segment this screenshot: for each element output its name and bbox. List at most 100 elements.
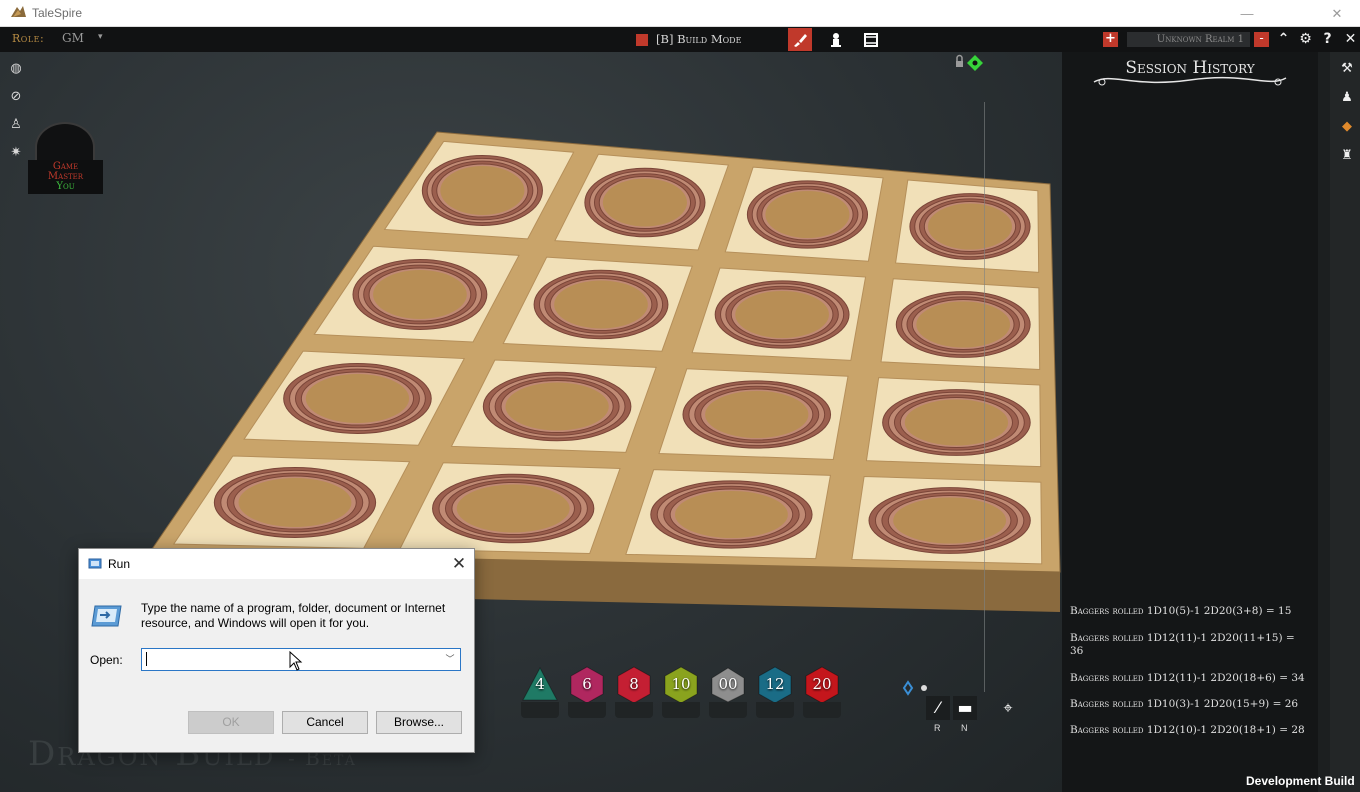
talespire-logo-icon	[11, 6, 26, 17]
die-label: 4	[535, 675, 545, 693]
history-entry: Baggers rolled 1D12(10)-1 2D20(18+1) = 2…	[1070, 724, 1305, 736]
eye-off-icon[interactable]: ⊘	[7, 88, 25, 106]
die-label: 8	[629, 675, 639, 693]
tile-ring	[916, 301, 1011, 348]
light-icon[interactable]: ✷	[7, 144, 25, 162]
right-sidebar: ⚒ ♟ ◆ ♜	[1318, 52, 1360, 792]
tile-ring	[305, 374, 410, 423]
window-titlebar: TaleSpire — ✕	[0, 0, 1360, 27]
close-icon[interactable]: ✕	[1342, 31, 1359, 48]
build-mode-indicator	[636, 34, 648, 46]
run-titlebar: Run ✕	[79, 549, 474, 579]
die-d6-button[interactable]: 6	[568, 666, 606, 718]
history-entry: Baggers rolled 1D10(3)-1 2D20(15+9) = 26	[1070, 698, 1299, 710]
ruler-tool-button[interactable]: ⁄	[926, 696, 950, 720]
help-icon[interactable]: ?	[1319, 31, 1336, 48]
top-toolbar: Role: GM ▾ [B] Build Mode + Unknown Real…	[0, 27, 1360, 52]
die-base	[756, 702, 794, 718]
ruler-hotkey: R	[934, 723, 941, 733]
ok-button[interactable]: OK	[188, 711, 274, 734]
die-label: 6	[582, 675, 592, 693]
run-close-button[interactable]: ✕	[444, 551, 474, 577]
line-hotkey: N	[961, 723, 968, 733]
die-d00-button[interactable]: 00	[709, 666, 747, 718]
tile-ring	[735, 290, 829, 339]
prop-tool-button[interactable]	[824, 28, 848, 51]
role-label: Role:	[12, 32, 45, 45]
die-base	[709, 702, 747, 718]
minimize-button[interactable]: —	[1224, 0, 1270, 27]
camera-guide-line	[984, 102, 985, 692]
gm-label-you: You	[56, 181, 75, 192]
history-entry: Baggers rolled 1D12(11)-1 2D20(11+15) = …	[1070, 632, 1295, 657]
add-board-button[interactable]: +	[1103, 32, 1118, 47]
sparkle-icon[interactable]	[898, 680, 934, 696]
history-entry: Baggers rolled 1D12(11)-1 2D20(18+6) = 3…	[1070, 672, 1305, 684]
film-icon	[864, 32, 878, 47]
paint-brush-icon	[794, 33, 807, 47]
session-history-panel: Session History Baggers rolled 1D10(5)-1…	[1062, 52, 1318, 792]
realm-name[interactable]: Unknown Realm 1	[1127, 32, 1250, 47]
cancel-button[interactable]: Cancel	[282, 711, 368, 734]
gear-icon[interactable]: ⚙	[1297, 31, 1314, 48]
die-base	[803, 702, 841, 718]
chevron-down-icon[interactable]: ﹀	[442, 649, 458, 670]
tile-ring	[440, 166, 525, 215]
chevron-up-icon[interactable]: ⌃	[1275, 31, 1292, 48]
run-icon	[88, 558, 102, 569]
mouse-cursor-icon	[289, 651, 303, 671]
tag-icon[interactable]: ◆	[1338, 118, 1356, 136]
tile-ring	[893, 497, 1007, 544]
die-label: 00	[718, 675, 738, 693]
player-icon[interactable]: ♙	[7, 116, 25, 134]
open-label: Open:	[90, 653, 123, 667]
cinematic-tool-button[interactable]	[859, 28, 883, 51]
die-base	[568, 702, 606, 718]
run-program-icon	[91, 605, 122, 627]
die-label: 10	[671, 675, 691, 693]
globe-icon[interactable]: ◍	[7, 60, 25, 78]
pawn-icon	[831, 32, 841, 47]
run-description: Type the name of a program, folder, docu…	[141, 601, 446, 630]
ornament-flourish	[1093, 76, 1287, 86]
tile-ring	[554, 280, 648, 329]
die-d4-button[interactable]: 4	[521, 666, 559, 718]
die-base	[615, 702, 653, 718]
line-tool-button[interactable]: ▬	[953, 696, 977, 720]
window-title: TaleSpire	[32, 6, 83, 20]
tile-ring	[602, 178, 687, 227]
tile-ring	[674, 490, 788, 539]
chevron-down-icon[interactable]: ▾	[98, 32, 103, 42]
die-base	[662, 702, 700, 718]
add-marker-icon[interactable]: ⌖	[996, 696, 1020, 720]
tile-ring	[927, 203, 1013, 250]
die-d8-button[interactable]: 8	[615, 666, 653, 718]
tile-tool-button[interactable]	[788, 28, 812, 51]
figure-icon[interactable]: ♜	[1338, 147, 1356, 165]
hammer-icon[interactable]: ⚒	[1338, 60, 1356, 78]
history-entry: Baggers rolled 1D10(5)-1 2D20(3+8) = 15	[1070, 605, 1292, 617]
tile-ring	[904, 399, 1009, 446]
tile-ring	[505, 382, 609, 431]
die-d10-button[interactable]: 10	[662, 666, 700, 718]
die-d12-button[interactable]: 12	[756, 666, 794, 718]
die-label: 20	[812, 675, 832, 693]
tile-ring	[238, 478, 352, 527]
tile-ring	[765, 190, 850, 239]
die-d20-button[interactable]: 20	[803, 666, 841, 718]
tile-ring	[705, 390, 809, 439]
role-select[interactable]: GM	[62, 31, 84, 45]
die-base	[521, 702, 559, 718]
tile-ring	[456, 484, 570, 533]
die-label: 12	[765, 675, 785, 693]
close-button[interactable]: ✕	[1314, 0, 1360, 27]
browse-button[interactable]: Browse...	[376, 711, 462, 734]
tile-ring	[373, 270, 467, 319]
run-title: Run	[108, 557, 131, 571]
text-caret	[146, 651, 147, 666]
remove-realm-button[interactable]: -	[1254, 32, 1269, 47]
build-mode-label[interactable]: [B] Build Mode	[656, 32, 741, 46]
lock-marker-icon[interactable]	[955, 54, 987, 72]
creature-icon[interactable]: ♟	[1338, 89, 1356, 107]
gm-avatar: Game Master You	[28, 120, 103, 194]
